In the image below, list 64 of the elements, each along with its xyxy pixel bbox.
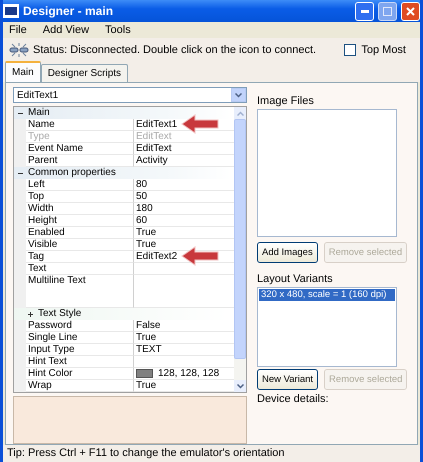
list-item[interactable]: 320 x 480, scale = 1 (160 dpi)	[259, 289, 395, 301]
category-label: Main	[28, 107, 50, 119]
section-label: Image Files	[257, 95, 315, 108]
property-name: Input Type	[26, 344, 134, 356]
property-name: Enabled	[26, 227, 134, 239]
menu-item[interactable]: File	[9, 23, 27, 37]
property-name: Tag	[26, 251, 134, 263]
property-value[interactable]: Activity	[136, 155, 168, 167]
tab[interactable]: Designer Scripts	[40, 64, 128, 82]
property-name: Hint Text	[26, 356, 134, 368]
close-button[interactable]	[401, 2, 420, 20]
property-name: Top	[26, 191, 134, 203]
close-icon	[406, 6, 415, 16]
menu-item[interactable]: Tools	[105, 23, 131, 37]
connection-icon[interactable]	[9, 43, 29, 57]
chevron-up-icon	[236, 110, 244, 116]
property-value[interactable]: EditText1	[136, 119, 178, 131]
chevron-down-icon	[235, 92, 242, 98]
property-value[interactable]: 180	[136, 203, 153, 215]
property-name: Hint Color	[26, 368, 134, 380]
property-value[interactable]: True	[136, 227, 156, 239]
scrollbar[interactable]	[234, 107, 246, 392]
property-value[interactable]: True	[136, 332, 156, 344]
top-most-checkbox[interactable]: Top Most	[344, 44, 406, 56]
chevron-down-icon	[236, 384, 244, 388]
action-button[interactable]: New Variant	[257, 369, 318, 390]
property-name: Width	[26, 203, 134, 215]
property-value[interactable]: 50	[136, 191, 148, 203]
property-value[interactable]: 128, 128, 128	[158, 368, 220, 380]
view-dropdown[interactable]: EditText1	[13, 87, 247, 103]
maximize-icon	[383, 6, 392, 16]
section-label: Layout Variants	[257, 273, 334, 286]
action-button[interactable]: Add Images	[257, 242, 318, 263]
minimize-button[interactable]	[355, 2, 374, 20]
property-name: Height	[26, 215, 134, 227]
property-name: Text	[26, 263, 134, 275]
maximize-button[interactable]	[378, 2, 397, 20]
property-value[interactable]: EditText	[136, 143, 172, 155]
tip-text: Tip: Press Ctrl + F11 to change the emulator's orientation	[3, 445, 420, 462]
minimize-icon	[360, 10, 368, 12]
tab[interactable]: Main	[5, 61, 41, 82]
app-icon	[3, 4, 19, 18]
property-name: Visible	[26, 239, 134, 251]
status-text: Status: Disconnected. Double click on the icon to connect.	[33, 44, 318, 56]
property-name: Password	[26, 320, 134, 332]
property-name: Wrap	[26, 380, 134, 392]
property-name: Event Name	[26, 143, 134, 155]
category-label: Text Style	[38, 308, 82, 320]
property-name: Left	[26, 179, 134, 191]
property-value[interactable]: True	[136, 380, 156, 392]
property-value[interactable]: False	[136, 320, 160, 332]
property-value[interactable]: True	[136, 239, 156, 251]
expand-icon[interactable]	[28, 312, 33, 316]
menu-item[interactable]: Add View	[42, 23, 90, 37]
property-value[interactable]: 80	[136, 179, 148, 191]
property-name: Type	[26, 131, 134, 143]
property-name: Single Line	[26, 332, 134, 344]
category-label: Common properties	[28, 167, 116, 179]
section-label: Device details:	[257, 393, 330, 406]
property-name: Name	[26, 119, 134, 131]
property-value[interactable]: 60	[136, 215, 148, 227]
window-title: Designer - main	[23, 4, 114, 18]
property-value[interactable]: TEXT	[136, 344, 162, 356]
property-value[interactable]: EditText2	[136, 251, 178, 263]
